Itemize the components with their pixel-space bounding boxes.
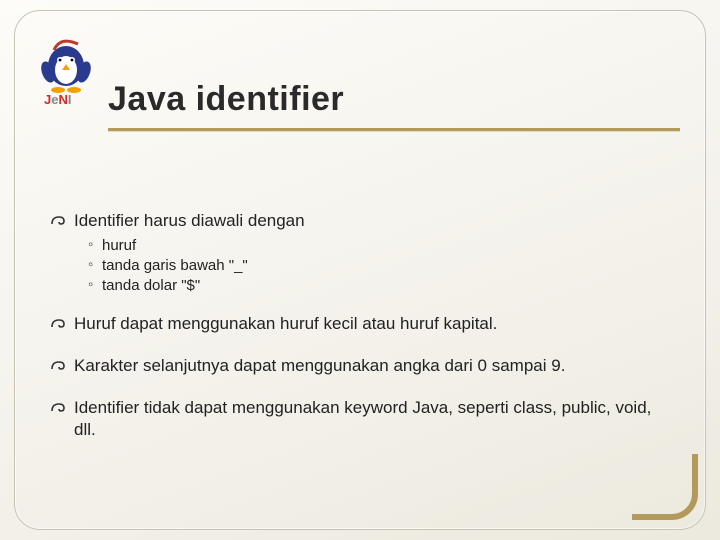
- title-underline: [108, 128, 680, 132]
- sub-text: tanda garis bawah "_": [102, 257, 248, 274]
- jeni-logo: JeNI: [34, 34, 98, 106]
- sub-text: huruf: [102, 237, 136, 254]
- bullet-icon: [50, 318, 66, 332]
- sub-item: tanda garis bawah "_": [88, 256, 660, 275]
- slide-title: Java identifier: [108, 80, 344, 119]
- bullet-icon: [50, 360, 66, 374]
- bullet-icon: [50, 215, 66, 229]
- bullet-item: Karakter selanjutnya dapat menggunakan a…: [48, 355, 660, 377]
- svg-text:JeNI: JeNI: [44, 92, 71, 106]
- sub-item: huruf: [88, 236, 660, 255]
- bullet-text: Identifier tidak dapat menggunakan keywo…: [74, 398, 651, 439]
- sub-list: huruf tanda garis bawah "_" tanda dolar …: [88, 236, 660, 296]
- bullet-item: Identifier harus diawali dengan: [48, 210, 660, 232]
- corner-accent: [632, 454, 698, 520]
- content-area: Identifier harus diawali dengan huruf ta…: [48, 210, 660, 460]
- sub-item: tanda dolar "$": [88, 276, 660, 295]
- bullet-text: Identifier harus diawali dengan: [74, 211, 305, 230]
- bullet-item: Huruf dapat menggunakan huruf kecil atau…: [48, 313, 660, 335]
- sub-text: tanda dolar "$": [102, 277, 200, 294]
- bullet-icon: [50, 402, 66, 416]
- bullet-item: Identifier tidak dapat menggunakan keywo…: [48, 397, 660, 441]
- bullet-text: Huruf dapat menggunakan huruf kecil atau…: [74, 314, 497, 333]
- slide: JeNI Java identifier Identifier harus di…: [0, 0, 720, 540]
- bullet-text: Karakter selanjutnya dapat menggunakan a…: [74, 356, 565, 375]
